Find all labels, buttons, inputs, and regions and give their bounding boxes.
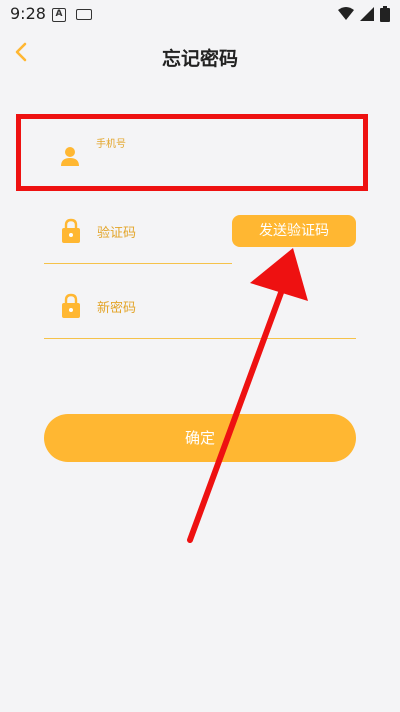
keyboard-icon [76, 9, 92, 20]
signal-icon [360, 7, 374, 21]
lock-icon [62, 218, 80, 243]
annotation-arrow [187, 248, 308, 543]
confirm-button[interactable]: 确定 [44, 414, 356, 462]
highlight-box [16, 114, 368, 191]
send-code-button[interactable]: 发送验证码 [232, 215, 356, 247]
status-bar: 9:28 A [0, 0, 400, 28]
wifi-icon [338, 7, 354, 20]
new-password-underline [44, 337, 356, 339]
status-time: 9:28 [10, 4, 46, 23]
page-title: 忘记密码 [161, 48, 238, 70]
new-password-placeholder: 新密码 [97, 301, 137, 316]
code-placeholder: 验证码 [97, 226, 137, 241]
lock-icon [62, 293, 80, 318]
a-box-icon: A [52, 8, 66, 22]
top-bar: 忘记密码 [0, 30, 400, 82]
code-field[interactable]: 验证码 [44, 210, 232, 264]
code-underline [44, 262, 232, 264]
battery-icon [380, 6, 390, 22]
new-password-field[interactable]: 新密码 [44, 284, 356, 339]
